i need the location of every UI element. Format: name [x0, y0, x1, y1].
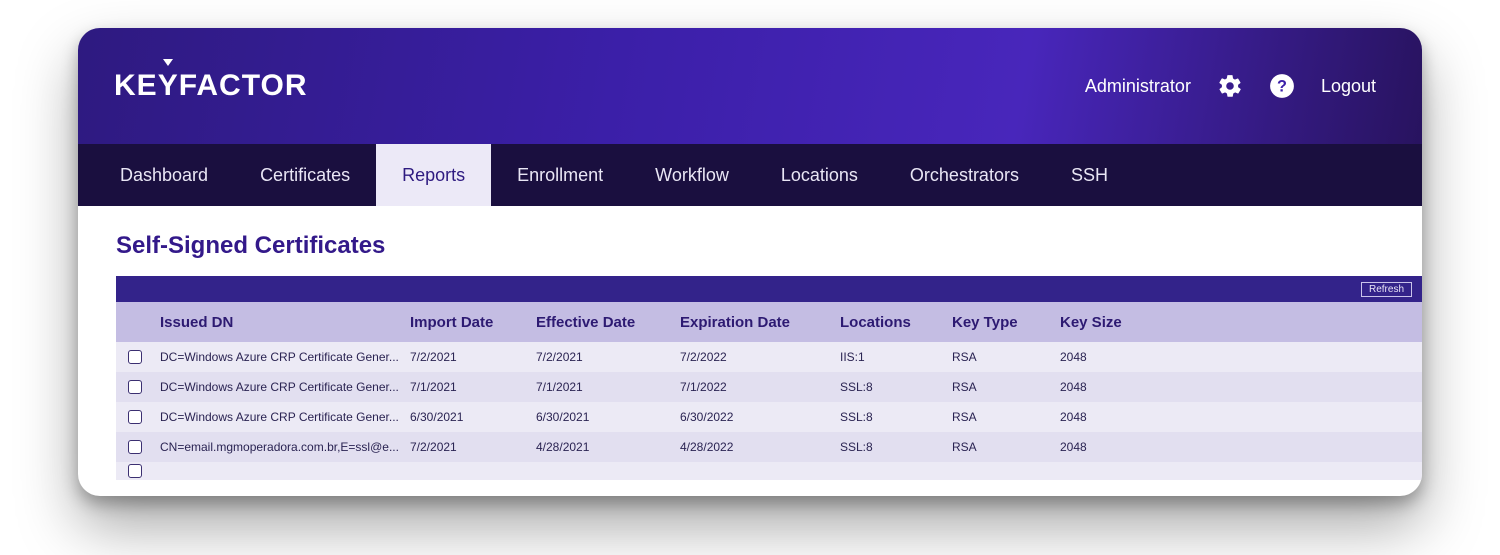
cell-expiration-date: 4/28/2022 — [680, 440, 840, 454]
cell-effective-date: 6/30/2021 — [536, 410, 680, 424]
page-title: Self-Signed Certificates — [116, 232, 1422, 260]
svg-text:?: ? — [1277, 77, 1287, 95]
nav-label: SSH — [1071, 165, 1108, 186]
nav-certificates[interactable]: Certificates — [234, 144, 376, 206]
cell-effective-date: 4/28/2021 — [536, 440, 680, 454]
col-header-effective-date[interactable]: Effective Date — [536, 314, 680, 331]
cell-key-size: 2048 — [1060, 380, 1180, 394]
certificates-grid: Refresh Issued DN Import Date Effective … — [116, 276, 1422, 480]
cell-import-date: 6/30/2021 — [410, 410, 536, 424]
row-checkbox[interactable] — [128, 350, 142, 364]
cell-issued-dn: DC=Windows Azure CRP Certificate Gener..… — [160, 350, 410, 364]
table-row[interactable]: DC=Windows Azure CRP Certificate Gener..… — [116, 372, 1422, 402]
page-content: Self-Signed Certificates Refresh Issued … — [78, 206, 1422, 480]
cell-import-date: 7/2/2021 — [410, 350, 536, 364]
help-icon[interactable]: ? — [1269, 73, 1295, 99]
cell-key-type: RSA — [952, 410, 1060, 424]
main-nav: Dashboard Certificates Reports Enrollmen… — [78, 144, 1422, 206]
cell-effective-date: 7/2/2021 — [536, 350, 680, 364]
gear-icon[interactable] — [1217, 73, 1243, 99]
cell-issued-dn: CN=email.mgmoperadora.com.br,E=ssl@e... — [160, 440, 410, 454]
grid-header-row: Issued DN Import Date Effective Date Exp… — [116, 302, 1422, 342]
nav-label: Enrollment — [517, 165, 603, 186]
nav-dashboard[interactable]: Dashboard — [86, 144, 234, 206]
nav-reports[interactable]: Reports — [376, 144, 491, 206]
nav-label: Certificates — [260, 165, 350, 186]
col-header-issued-dn[interactable]: Issued DN — [160, 314, 410, 331]
cell-effective-date: 7/1/2021 — [536, 380, 680, 394]
app-window: KEYFACTOR Administrator ? Logout Dashboa… — [78, 28, 1422, 496]
col-header-expiration-date[interactable]: Expiration Date — [680, 314, 840, 331]
brand-logo: KEYFACTOR — [114, 69, 308, 103]
row-checkbox[interactable] — [128, 440, 142, 454]
nav-label: Workflow — [655, 165, 729, 186]
cell-key-type: RSA — [952, 380, 1060, 394]
cell-expiration-date: 6/30/2022 — [680, 410, 840, 424]
cell-locations: SSL:8 — [840, 410, 952, 424]
cell-expiration-date: 7/1/2022 — [680, 380, 840, 394]
table-row[interactable]: CN=email.mgmoperadora.com.br,E=ssl@e... … — [116, 432, 1422, 462]
nav-label: Orchestrators — [910, 165, 1019, 186]
cell-key-type: RSA — [952, 440, 1060, 454]
cell-import-date: 7/1/2021 — [410, 380, 536, 394]
row-checkbox[interactable] — [128, 380, 142, 394]
nav-label: Reports — [402, 165, 465, 186]
refresh-button[interactable]: Refresh — [1361, 282, 1412, 297]
app-header: KEYFACTOR Administrator ? Logout — [78, 28, 1422, 144]
col-header-locations[interactable]: Locations — [840, 314, 952, 331]
cell-import-date: 7/2/2021 — [410, 440, 536, 454]
col-header-import-date[interactable]: Import Date — [410, 314, 536, 331]
cell-key-size: 2048 — [1060, 440, 1180, 454]
cell-issued-dn: DC=Windows Azure CRP Certificate Gener..… — [160, 410, 410, 424]
col-header-key-type[interactable]: Key Type — [952, 314, 1060, 331]
cell-issued-dn: DC=Windows Azure CRP Certificate Gener..… — [160, 380, 410, 394]
grid-toolbar: Refresh — [116, 276, 1422, 302]
grid-rows: DC=Windows Azure CRP Certificate Gener..… — [116, 342, 1422, 480]
nav-label: Locations — [781, 165, 858, 186]
user-label[interactable]: Administrator — [1085, 76, 1191, 97]
cell-locations: SSL:8 — [840, 380, 952, 394]
cell-expiration-date: 7/2/2022 — [680, 350, 840, 364]
cell-locations: IIS:1 — [840, 350, 952, 364]
cell-key-size: 2048 — [1060, 350, 1180, 364]
header-actions: Administrator ? Logout — [1085, 73, 1376, 99]
nav-orchestrators[interactable]: Orchestrators — [884, 144, 1045, 206]
nav-workflow[interactable]: Workflow — [629, 144, 755, 206]
col-header-key-size[interactable]: Key Size — [1060, 314, 1180, 331]
table-row[interactable]: DC=Windows Azure CRP Certificate Gener..… — [116, 342, 1422, 372]
row-checkbox[interactable] — [128, 464, 142, 478]
nav-enrollment[interactable]: Enrollment — [491, 144, 629, 206]
table-row[interactable]: DC=Windows Azure CRP Certificate Gener..… — [116, 402, 1422, 432]
nav-locations[interactable]: Locations — [755, 144, 884, 206]
row-checkbox[interactable] — [128, 410, 142, 424]
cell-key-size: 2048 — [1060, 410, 1180, 424]
table-row[interactable] — [116, 462, 1422, 480]
cell-key-type: RSA — [952, 350, 1060, 364]
nav-ssh[interactable]: SSH — [1045, 144, 1134, 206]
cell-locations: SSL:8 — [840, 440, 952, 454]
nav-label: Dashboard — [120, 165, 208, 186]
logout-link[interactable]: Logout — [1321, 76, 1376, 97]
